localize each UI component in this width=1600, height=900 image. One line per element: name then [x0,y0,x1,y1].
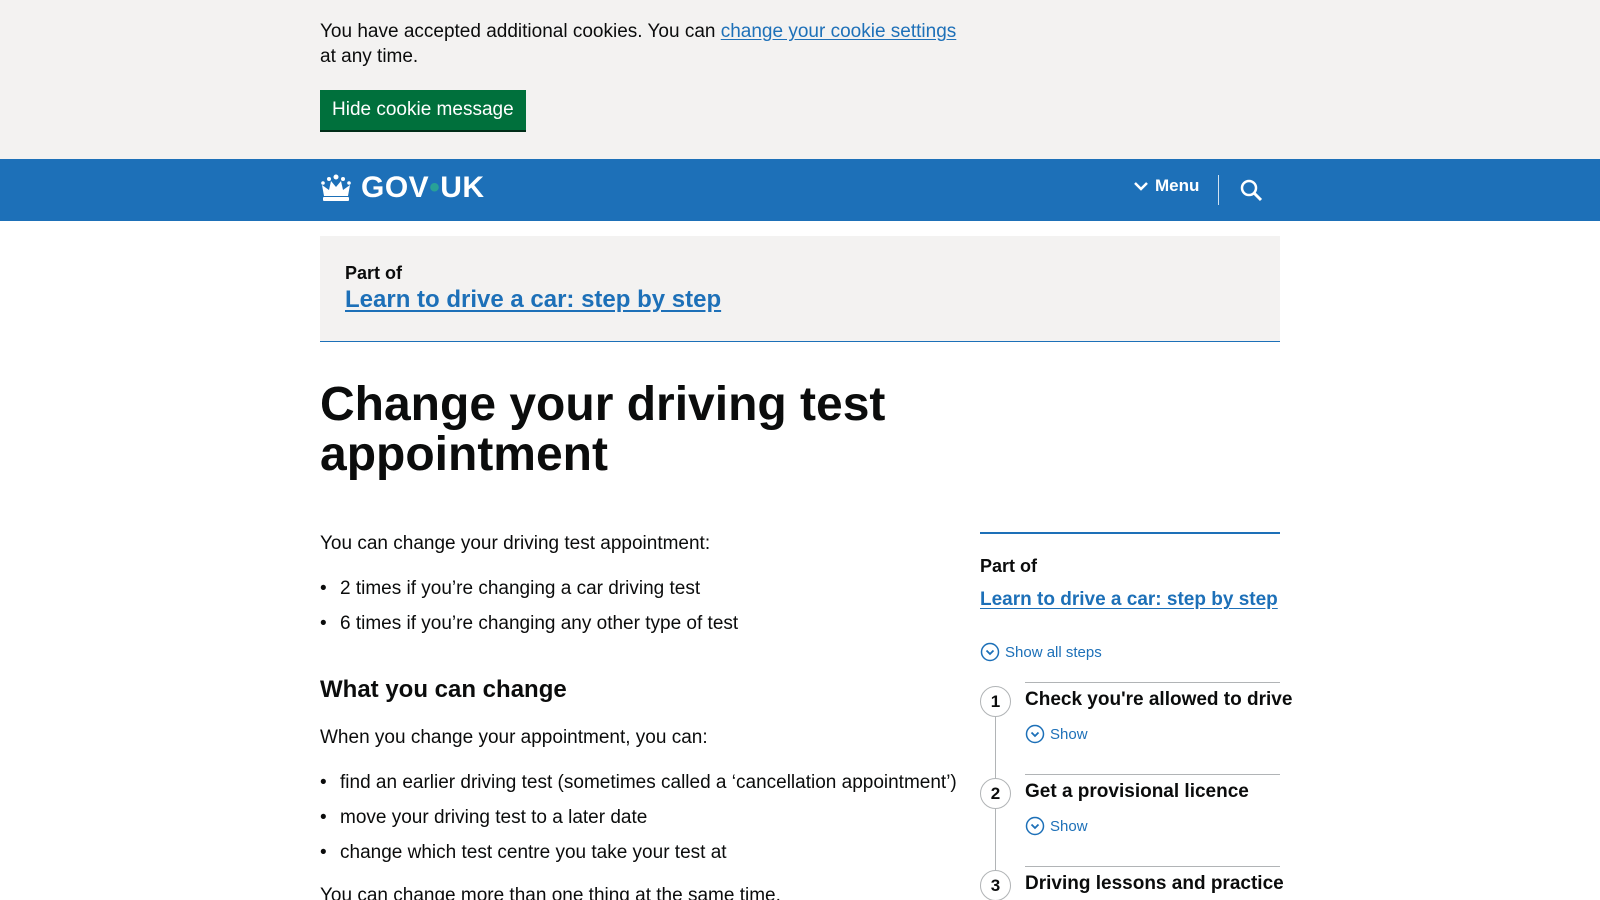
search-icon[interactable] [1239,178,1263,202]
show-all-steps-button[interactable]: Show all steps [980,642,1102,662]
step-number: 3 [980,870,1011,900]
list-item: find an earlier driving test (sometimes … [320,770,957,795]
step-number: 1 [980,686,1011,717]
show-all-steps-label: Show all steps [1005,643,1102,661]
step-number: 2 [980,778,1011,809]
sidebar-step-by-step-link[interactable]: Learn to drive a car: step by step [980,589,1278,611]
step-title[interactable]: Get a provisional licence [1025,774,1280,803]
step-show-label: Show [1050,817,1088,835]
logo-uk: UK [440,171,485,204]
cookie-message-text-end: at any time. [320,46,419,67]
step-show-button[interactable]: Show [1025,724,1088,744]
cookie-message-text: You have accepted additional cookies. Yo… [320,21,721,42]
list-item: 6 times if you’re changing any other typ… [320,611,738,636]
step-by-step-link[interactable]: Learn to drive a car: step by step [345,286,721,314]
part-of-banner: Part of Learn to drive a car: step by st… [320,236,1280,342]
chevron-circle-down-icon [1025,724,1045,744]
step-title[interactable]: Check you're allowed to drive [1025,682,1292,711]
page-title: Change your driving test appointment [320,378,886,481]
crown-icon [321,174,351,201]
section-heading: What you can change [320,676,567,703]
logo-dot: • [429,171,441,204]
section-intro-text: When you change your appointment, you ca… [320,727,708,748]
logo-gov: GOV [361,171,430,204]
list-item: 2 times if you’re changing a car driving… [320,576,738,601]
step-show-label: Show [1050,725,1088,743]
menu-button[interactable]: Menu [1133,176,1199,196]
part-of-label: Part of [345,263,403,283]
intro-text: You can change your driving test appoint… [320,533,711,554]
step-nav-sidebar: Part of Learn to drive a car: step by st… [980,532,1292,900]
list-item: move your driving test to a later date [320,805,957,830]
hide-cookie-message-button[interactable]: Hide cookie message [320,90,526,130]
menu-label: Menu [1155,176,1200,195]
chevron-down-icon [1134,182,1148,191]
cookie-message: You have accepted additional cookies. Yo… [320,19,960,69]
intro-bullet-list: 2 times if you’re changing a car driving… [320,576,738,646]
step-title[interactable]: Driving lessons and practice [1025,866,1284,895]
govuk-logo-link[interactable]: GOV•UK [320,171,485,205]
list-item: change which test centre you take your t… [320,840,957,865]
govuk-logotype: GOV•UK [361,171,485,205]
step-show-button[interactable]: Show [1025,816,1088,836]
header-divider [1218,175,1219,205]
sidebar-part-of-label: Part of [980,556,1038,576]
chevron-circle-down-icon [1025,816,1045,836]
site-header: GOV•UK Menu [0,159,1600,221]
section-bullet-list: find an earlier driving test (sometimes … [320,770,957,875]
footer-text: You can change more than one thing at th… [320,885,781,900]
cookie-banner: You have accepted additional cookies. Yo… [0,0,1600,159]
chevron-circle-down-icon [980,642,1000,662]
cookie-settings-link[interactable]: change your cookie settings [721,21,957,42]
